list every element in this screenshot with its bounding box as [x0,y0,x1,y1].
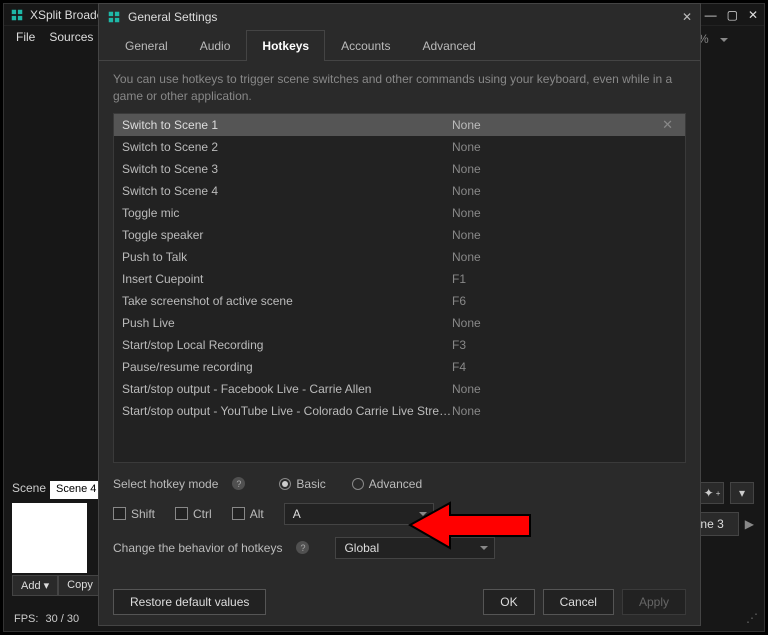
xsplit-logo-icon [10,8,24,22]
dialog-titlebar: General Settings ✕ [99,4,700,29]
hotkey-row[interactable]: Start/stop Local RecordingF3 [114,334,685,356]
help-icon[interactable]: ? [232,477,245,490]
close-icon[interactable]: ✕ [748,8,758,22]
hotkey-name: Toggle speaker [122,228,452,242]
scene-label: Scene [12,481,46,495]
scene-selector[interactable]: Scene 4 [50,481,102,499]
hotkey-value: None [452,250,677,264]
hotkey-name: Push to Talk [122,250,452,264]
fps-label: FPS: [14,613,38,625]
checkbox-ctrl[interactable]: Ctrl [175,507,212,521]
radio-off-icon [352,478,364,490]
hotkey-row[interactable]: Switch to Scene 3None [114,158,685,180]
tab-advanced[interactable]: Advanced [406,30,491,61]
hotkey-value: F3 [452,338,677,352]
hotkey-name: Push Live [122,316,452,330]
radio-advanced[interactable]: Advanced [352,477,422,491]
hotkey-name: Pause/resume recording [122,360,452,374]
cancel-button[interactable]: Cancel [543,589,614,615]
fps-value: 30 / 30 [46,613,80,625]
hotkey-name: Start/stop output - Facebook Live - Carr… [122,382,452,396]
hotkey-name: Switch to Scene 2 [122,140,452,154]
dialog-tabs: General Audio Hotkeys Accounts Advanced [99,29,700,61]
tab-accounts[interactable]: Accounts [325,30,406,61]
tab-audio[interactable]: Audio [184,30,247,61]
hotkey-row[interactable]: Switch to Scene 1None✕ [114,114,685,136]
checkbox-alt[interactable]: Alt [232,507,264,521]
scene-tab-next-icon[interactable]: ▶ [745,517,754,531]
hotkey-name: Start/stop output - YouTube Live - Color… [122,404,452,418]
hotkey-row[interactable]: Switch to Scene 4None [114,180,685,202]
xsplit-logo-icon [107,10,121,24]
hotkey-name: Start/stop Local Recording [122,338,452,352]
hotkey-value: F4 [452,360,677,374]
hotkey-value: None [452,162,677,176]
caret-down-icon [480,546,488,550]
hotkey-value: F1 [452,272,677,286]
hotkey-name: Take screenshot of active scene [122,294,452,308]
hotkey-row[interactable]: Push LiveNone [114,312,685,334]
help-text: You can use hotkeys to trigger scene swi… [113,71,686,105]
ok-button[interactable]: OK [483,589,534,615]
hotkey-row[interactable]: Take screenshot of active sceneF6 [114,290,685,312]
hotkey-name: Switch to Scene 4 [122,184,452,198]
clear-hotkey-icon[interactable]: ✕ [658,117,677,133]
hotkey-name: Toggle mic [122,206,452,220]
tab-general[interactable]: General [109,30,184,61]
hotkey-value: None [452,316,677,330]
dialog-close-icon[interactable]: ✕ [682,10,692,24]
hotkey-value: None [452,118,658,132]
resize-grip-icon[interactable]: ⋰ [746,611,758,625]
maximize-icon[interactable]: ▢ [727,8,738,22]
dialog-footer: Restore default values OK Cancel Apply [99,581,700,625]
key-select[interactable]: A [284,503,434,525]
hotkey-row[interactable]: Switch to Scene 2None [114,136,685,158]
restore-defaults-button[interactable]: Restore default values [113,589,266,615]
behavior-label: Change the behavior of hotkeys [113,541,282,555]
tool-fx-button[interactable]: ✦+ [700,482,724,504]
stats-caret-icon[interactable] [720,38,728,42]
hotkey-row[interactable]: Start/stop output - Facebook Live - Carr… [114,378,685,400]
hotkey-value: None [452,140,677,154]
hotkey-row[interactable]: Toggle speakerNone [114,224,685,246]
hotkey-name: Switch to Scene 1 [122,118,452,132]
minimize-icon[interactable]: — [705,8,717,22]
hotkey-row[interactable]: Toggle micNone [114,202,685,224]
add-button[interactable]: Add ▾ [12,575,58,596]
caret-down-icon: ▾ [44,580,50,592]
checkbox-shift[interactable]: Shift [113,507,155,521]
hotkey-value: None [452,404,677,418]
radio-on-icon [279,478,291,490]
tab-hotkeys[interactable]: Hotkeys [246,30,325,61]
hotkey-name: Switch to Scene 3 [122,162,452,176]
behavior-select[interactable]: Global [335,537,495,559]
hotkey-value: None [452,184,677,198]
hotkey-row[interactable]: Insert CuepointF1 [114,268,685,290]
radio-basic[interactable]: Basic [279,477,325,491]
hotkey-row[interactable]: Start/stop output - YouTube Live - Color… [114,400,685,422]
help-icon[interactable]: ? [296,541,309,554]
hotkey-value: F6 [452,294,677,308]
menu-file[interactable]: File [16,30,35,44]
hotkey-row[interactable]: Pause/resume recordingF4 [114,356,685,378]
tool-dropdown-2[interactable]: ▾ [730,482,754,504]
hotkey-row[interactable]: Push to TalkNone [114,246,685,268]
copy-button[interactable]: Copy [58,575,102,596]
general-settings-dialog: General Settings ✕ General Audio Hotkeys… [98,3,701,626]
hotkey-name: Insert Cuepoint [122,272,452,286]
hotkey-list[interactable]: Switch to Scene 1None✕Switch to Scene 2N… [113,113,686,463]
mode-label: Select hotkey mode [113,477,218,491]
caret-down-icon [419,512,427,516]
dialog-title: General Settings [128,10,217,24]
scene-preview [12,503,87,573]
apply-button[interactable]: Apply [622,589,686,615]
hotkey-value: None [452,228,677,242]
hotkey-value: None [452,206,677,220]
menu-sources[interactable]: Sources [49,30,93,44]
hotkey-value: None [452,382,677,396]
